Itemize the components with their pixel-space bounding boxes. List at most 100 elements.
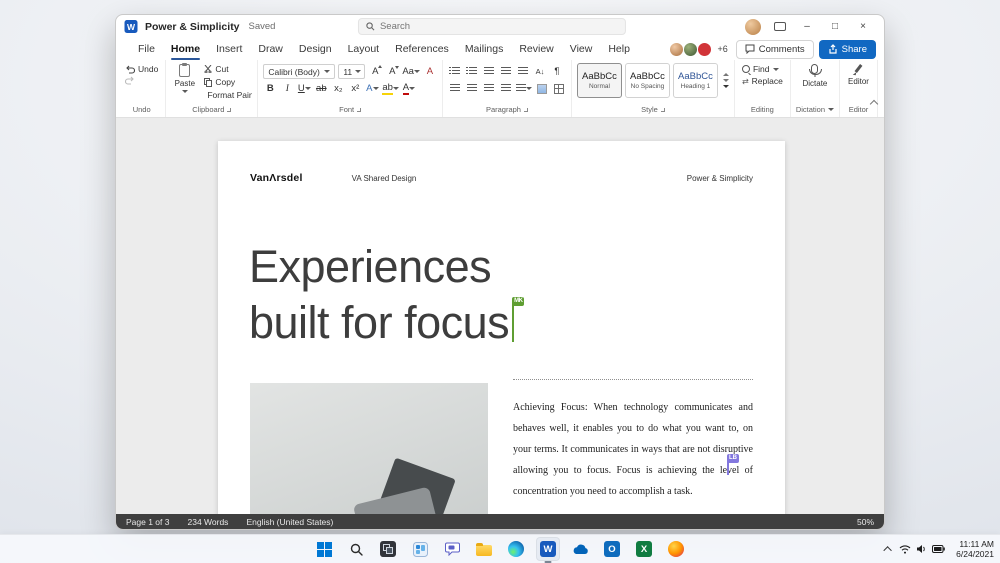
coauthor-flag-green[interactable]: MK xyxy=(512,297,525,306)
taskbar-clock[interactable]: 11:11 AM 6/24/2021 xyxy=(956,539,994,559)
style-heading-1[interactable]: AaBbCc Heading 1 xyxy=(672,63,718,98)
shrink-font-button[interactable]: A xyxy=(385,64,400,79)
redo-button[interactable] xyxy=(123,75,160,86)
chat-button[interactable] xyxy=(440,537,464,561)
page-header[interactable]: VanΛrsdel VA Shared Design Power & Simpl… xyxy=(250,172,753,184)
tab-references[interactable]: References xyxy=(387,39,457,60)
outlook-button[interactable]: O xyxy=(600,537,624,561)
align-left-button[interactable] xyxy=(448,81,462,96)
show-marks-button[interactable]: ¶ xyxy=(550,64,564,79)
tab-review[interactable]: Review xyxy=(511,39,561,60)
style-gallery-scroll[interactable] xyxy=(721,63,729,98)
body-paragraph[interactable]: Achieving Focus: When technology communi… xyxy=(513,397,753,502)
tab-design[interactable]: Design xyxy=(291,39,340,60)
firefox-button[interactable] xyxy=(664,537,688,561)
start-button[interactable] xyxy=(312,537,336,561)
tab-insert[interactable]: Insert xyxy=(208,39,250,60)
strikethrough-button[interactable]: ab xyxy=(314,81,328,96)
document-canvas[interactable]: VanΛrsdel VA Shared Design Power & Simpl… xyxy=(116,118,884,514)
tab-layout[interactable]: Layout xyxy=(340,39,388,60)
document-image[interactable] xyxy=(250,383,488,514)
share-button[interactable]: Share xyxy=(818,39,876,59)
document-heading[interactable]: Experiences built for focus MK xyxy=(249,239,525,351)
line-spacing-button[interactable] xyxy=(515,81,532,96)
undo-button[interactable]: Undo xyxy=(123,63,160,75)
superscript-button[interactable]: x² xyxy=(348,81,362,96)
search-box[interactable] xyxy=(357,18,626,35)
borders-button[interactable] xyxy=(552,81,566,96)
close-button[interactable]: × xyxy=(850,17,876,36)
save-status[interactable]: Saved xyxy=(249,21,276,32)
subscript-button[interactable]: x₂ xyxy=(331,81,345,96)
comments-button[interactable]: Comments xyxy=(735,39,814,59)
decrease-indent-button[interactable] xyxy=(499,64,513,79)
word-count[interactable]: 234 Words xyxy=(187,517,228,527)
increase-indent-button[interactable] xyxy=(516,64,530,79)
replace-button[interactable]: ⇄ Replace xyxy=(740,75,785,87)
search-input[interactable] xyxy=(379,21,618,32)
clear-formatting-button[interactable]: A xyxy=(423,64,437,79)
bold-button[interactable]: B xyxy=(263,81,277,96)
align-center-button[interactable] xyxy=(465,81,479,96)
page[interactable]: VanΛrsdel VA Shared Design Power & Simpl… xyxy=(218,141,785,514)
file-explorer-button[interactable] xyxy=(472,537,496,561)
maximize-button[interactable]: □ xyxy=(822,17,848,36)
font-size-combo[interactable]: 11 xyxy=(338,64,366,79)
dialog-launcher-icon[interactable] xyxy=(523,107,528,112)
font-name-combo[interactable]: Calibri (Body) xyxy=(263,64,336,79)
cut-button[interactable]: Cut xyxy=(202,63,252,75)
multilevel-list-button[interactable] xyxy=(482,64,496,79)
format-painter-button[interactable]: Format Painter xyxy=(202,89,252,101)
style-normal[interactable]: AaBbCc Normal xyxy=(576,63,622,98)
dialog-launcher-icon[interactable] xyxy=(357,107,362,112)
collaborator-avatar[interactable] xyxy=(683,41,699,57)
italic-button[interactable]: I xyxy=(280,81,294,96)
align-right-button[interactable] xyxy=(482,81,496,96)
page-count[interactable]: Page 1 of 3 xyxy=(126,517,169,527)
numbering-button[interactable] xyxy=(465,64,479,79)
edge-button[interactable] xyxy=(504,537,528,561)
justify-button[interactable] xyxy=(499,81,513,96)
dialog-launcher-icon[interactable] xyxy=(660,107,665,112)
scroll-down-icon[interactable] xyxy=(722,79,729,82)
word-button[interactable]: W xyxy=(536,537,560,561)
tab-help[interactable]: Help xyxy=(600,39,638,60)
body-text-column[interactable]: Achieving Focus: When technology communi… xyxy=(513,379,753,514)
excel-button[interactable]: X xyxy=(632,537,656,561)
find-button[interactable]: Find xyxy=(740,63,785,75)
shading-button[interactable] xyxy=(535,81,549,96)
change-case-button[interactable]: Aa xyxy=(402,64,420,79)
taskbar-search-button[interactable] xyxy=(344,537,368,561)
sort-button[interactable]: A↓ xyxy=(533,64,547,79)
tray-status-icons[interactable] xyxy=(899,544,945,554)
designer-button[interactable]: Designer xyxy=(883,63,884,86)
language-status[interactable]: English (United States) xyxy=(246,517,333,527)
paste-button[interactable]: Paste xyxy=(171,63,198,101)
present-icon[interactable] xyxy=(768,18,792,36)
underline-button[interactable]: U xyxy=(297,81,311,96)
tab-draw[interactable]: Draw xyxy=(250,39,291,60)
text-effects-button[interactable]: A xyxy=(365,81,379,96)
collaborator-avatar[interactable] xyxy=(697,41,713,57)
tab-view[interactable]: View xyxy=(562,39,601,60)
zoom-level[interactable]: 50% xyxy=(857,517,874,527)
collaborator-overflow[interactable]: +6 xyxy=(717,44,727,54)
copy-button[interactable]: Copy xyxy=(202,76,252,88)
minimize-button[interactable]: – xyxy=(794,17,820,36)
hidden-icons-chevron[interactable] xyxy=(883,546,893,555)
dictate-button[interactable]: Dictate xyxy=(796,63,834,88)
tab-home[interactable]: Home xyxy=(163,39,208,60)
widgets-button[interactable] xyxy=(408,537,432,561)
highlight-button[interactable]: ab xyxy=(382,81,399,96)
coauthor-flag-purple[interactable]: LB xyxy=(727,454,739,475)
task-view-button[interactable] xyxy=(376,537,400,561)
grow-font-button[interactable]: A xyxy=(368,64,383,79)
collaborator-avatar[interactable] xyxy=(669,41,685,57)
dialog-launcher-icon[interactable] xyxy=(227,107,232,112)
tab-file[interactable]: File xyxy=(130,39,163,60)
font-color-button[interactable]: A xyxy=(402,81,416,96)
tab-mailings[interactable]: Mailings xyxy=(457,39,512,60)
style-no-spacing[interactable]: AaBbCc No Spacing xyxy=(624,63,670,98)
onedrive-button[interactable] xyxy=(568,537,592,561)
gallery-more-icon[interactable] xyxy=(722,85,729,88)
